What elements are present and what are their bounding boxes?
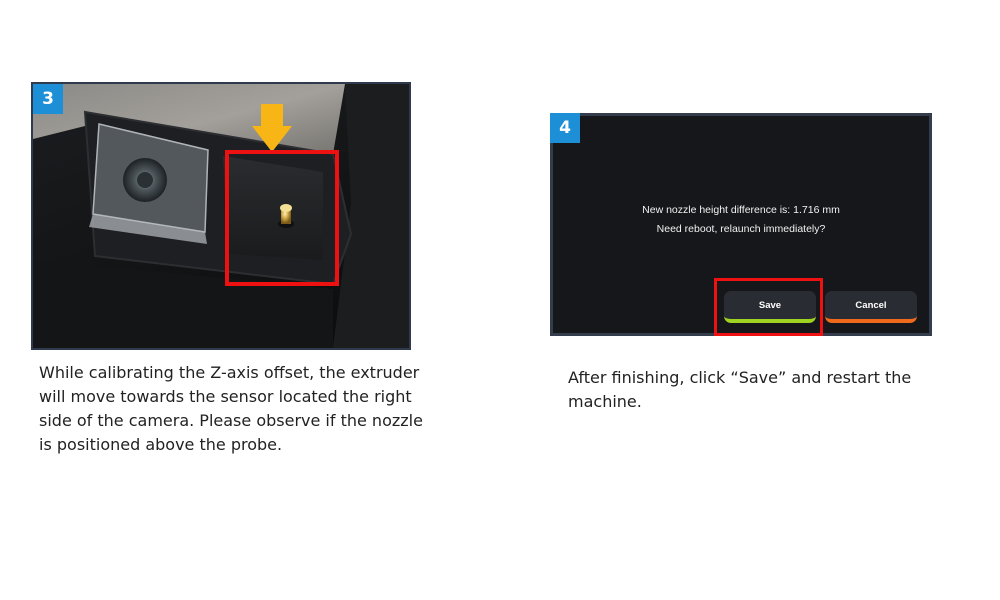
caption-line: is positioned above the probe. bbox=[39, 435, 283, 454]
probe-highlight bbox=[225, 150, 339, 286]
step-4-caption: After finishing, click “Save” and restar… bbox=[568, 366, 911, 414]
step-3-badge: 3 bbox=[33, 84, 63, 114]
printer-screen: New nozzle height difference is: 1.716 m… bbox=[550, 113, 932, 336]
caption-line: side of the camera. Please observe if th… bbox=[39, 411, 423, 430]
calibration-photo bbox=[31, 82, 411, 350]
cancel-button[interactable]: Cancel bbox=[825, 291, 917, 323]
reboot-prompt: Need reboot, relaunch immediately? bbox=[656, 223, 826, 235]
step-3-caption: While calibrating the Z-axis offset, the… bbox=[39, 361, 423, 457]
nozzle-height-message: New nozzle height difference is: 1.716 m… bbox=[642, 204, 840, 216]
save-highlight bbox=[714, 278, 823, 336]
caption-line: will move towards the sensor located the… bbox=[39, 387, 412, 406]
caption-line: While calibrating the Z-axis offset, the… bbox=[39, 363, 420, 382]
step-4-badge: 4 bbox=[550, 113, 580, 143]
caption-line: machine. bbox=[568, 392, 642, 411]
caption-line: After finishing, click “Save” and restar… bbox=[568, 368, 912, 387]
printer-bed-illustration bbox=[33, 84, 409, 348]
